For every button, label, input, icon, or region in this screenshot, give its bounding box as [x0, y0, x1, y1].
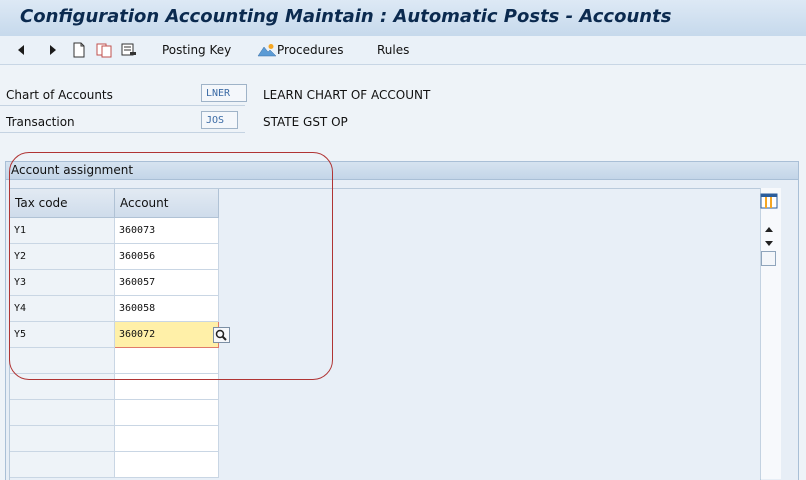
- tax-code-cell: Y3: [10, 269, 115, 296]
- field-underline: [0, 105, 245, 106]
- table-settings-icon[interactable]: [760, 193, 778, 212]
- account-cell[interactable]: [114, 347, 219, 374]
- next-icon[interactable]: [48, 39, 58, 61]
- table-row-empty: [10, 373, 219, 400]
- table-row: Y3 360057: [10, 269, 219, 296]
- account-cell[interactable]: 360073: [114, 217, 219, 244]
- table-row-empty: [10, 451, 219, 478]
- tax-code-cell[interactable]: [10, 373, 115, 400]
- transaction-field[interactable]: JOS: [201, 111, 238, 129]
- rules-label: Rules: [377, 43, 410, 57]
- scroll-up-icon[interactable]: [764, 222, 774, 236]
- table-row: Y4 360058: [10, 295, 219, 322]
- field-underline: [0, 132, 245, 133]
- rules-button[interactable]: Rules: [377, 39, 409, 61]
- table-row: Y1 360073: [10, 217, 219, 244]
- tax-code-cell: Y4: [10, 295, 115, 322]
- magnifier-icon: [215, 329, 227, 341]
- account-cell[interactable]: [114, 425, 219, 452]
- account-assignment-table: Tax code Account Y1 360073 Y2 360056 Y3 …: [9, 188, 761, 480]
- posting-key-button[interactable]: Posting Key: [162, 39, 231, 61]
- procedures-button[interactable]: Procedures: [257, 39, 344, 61]
- account-cell[interactable]: [114, 451, 219, 478]
- account-cell[interactable]: 360056: [114, 243, 219, 270]
- account-cell[interactable]: [114, 399, 219, 426]
- chart-of-accounts-description: LEARN CHART OF ACCOUNT: [263, 88, 431, 102]
- posting-key-label: Posting Key: [162, 43, 232, 57]
- copy-icon[interactable]: [96, 39, 112, 61]
- transaction-label: Transaction: [6, 115, 75, 129]
- tax-code-cell[interactable]: [10, 347, 115, 374]
- account-cell[interactable]: [114, 373, 219, 400]
- tax-code-cell[interactable]: [10, 399, 115, 426]
- new-entry-icon[interactable]: [72, 39, 86, 61]
- account-cell[interactable]: 360057: [114, 269, 219, 296]
- account-cell[interactable]: 360058: [114, 295, 219, 322]
- table-row: Y2 360056: [10, 243, 219, 270]
- search-help-button[interactable]: [213, 327, 230, 343]
- chart-of-accounts-label: Chart of Accounts: [6, 88, 113, 102]
- column-header-account[interactable]: Account: [114, 189, 219, 218]
- delete-icon[interactable]: [121, 39, 137, 61]
- chart-of-accounts-field[interactable]: LNER: [201, 84, 247, 102]
- tax-code-cell[interactable]: [10, 451, 115, 478]
- transaction-description: STATE GST OP: [263, 115, 348, 129]
- tax-code-cell: Y5: [10, 321, 115, 348]
- title-bar: Configuration Accounting Maintain : Auto…: [0, 0, 806, 37]
- tax-code-cell[interactable]: [10, 425, 115, 452]
- table-row-empty: [10, 399, 219, 426]
- procedures-label: Procedures: [277, 43, 344, 57]
- tax-code-cell: Y2: [10, 243, 115, 270]
- window-title: Configuration Accounting Maintain : Auto…: [20, 6, 672, 27]
- application-toolbar: Posting Key Procedures Rules: [0, 36, 806, 65]
- column-header-tax-code[interactable]: Tax code: [10, 189, 115, 218]
- account-cell-selected[interactable]: 360072: [114, 321, 219, 348]
- tax-code-cell: Y1: [10, 217, 115, 244]
- scroll-down-icon[interactable]: [764, 237, 774, 251]
- table-row-empty: [10, 425, 219, 452]
- table-row: Y5 360072: [10, 321, 219, 348]
- mountain-icon: [257, 44, 277, 57]
- account-assignment-title: Account assignment: [6, 162, 798, 180]
- scroll-thumb[interactable]: [761, 251, 776, 266]
- previous-icon[interactable]: [16, 39, 26, 61]
- table-row-empty: [10, 347, 219, 374]
- table-grid: Tax code Account Y1 360073 Y2 360056 Y3 …: [10, 189, 219, 478]
